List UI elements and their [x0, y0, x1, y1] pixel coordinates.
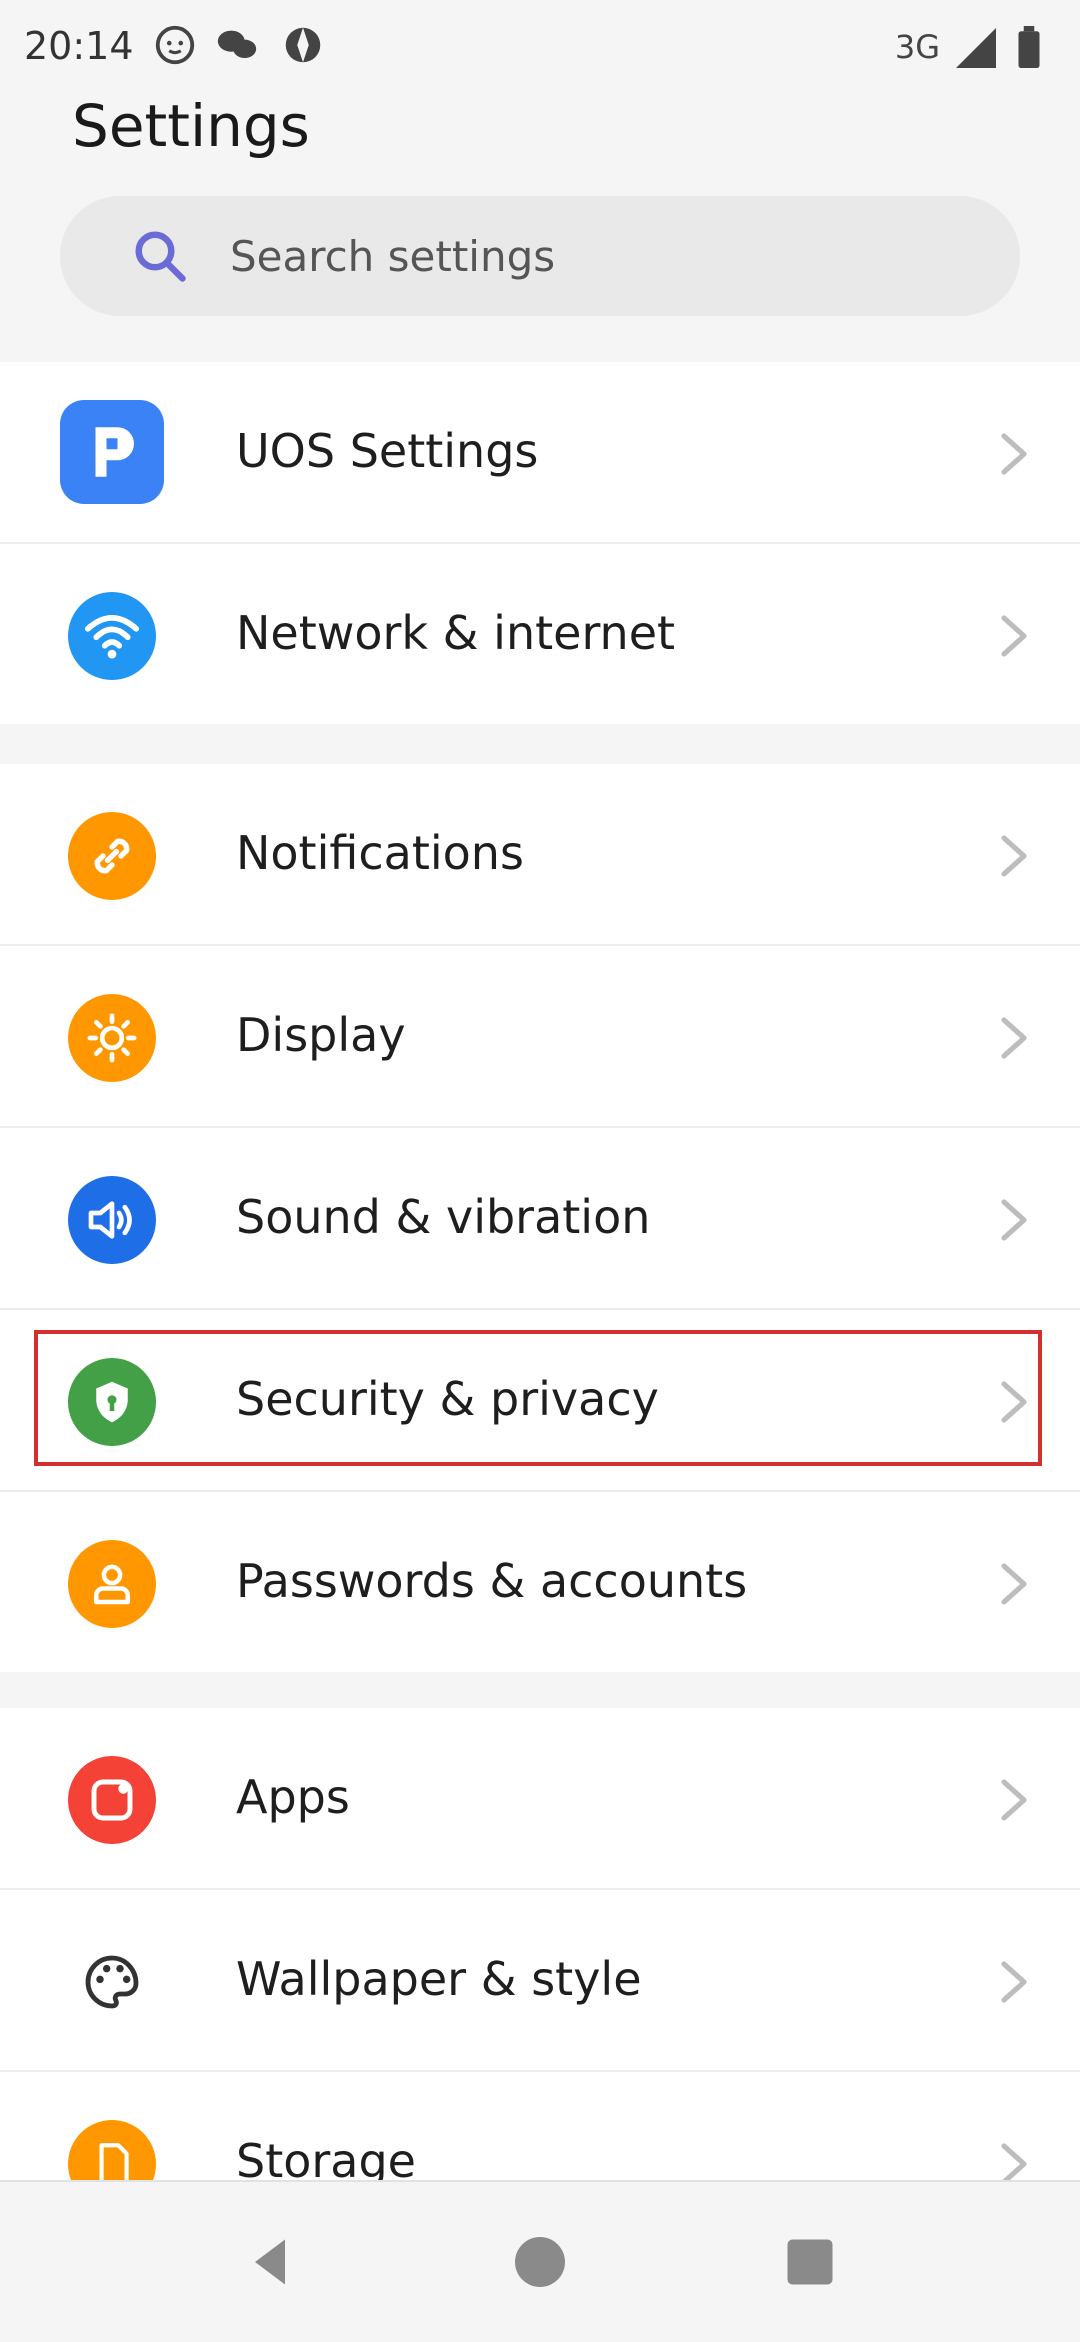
item-label: Notifications — [236, 826, 524, 880]
settings-item-network[interactable]: Network & internet — [0, 544, 1080, 724]
chevron-right-icon — [1001, 1779, 1027, 1821]
search-bar[interactable]: Search settings — [60, 196, 1020, 316]
item-label: Sound & vibration — [236, 1190, 651, 1244]
settings-item-wallpaper[interactable]: Wallpaper & style — [0, 1890, 1080, 2072]
status-time: 20:14 — [24, 24, 134, 68]
sun-icon — [68, 994, 156, 1082]
signal-icon — [956, 28, 996, 68]
home-icon[interactable] — [510, 2232, 570, 2292]
search-icon — [135, 231, 186, 282]
app-notify-icon — [285, 27, 321, 63]
battery-icon — [1018, 26, 1040, 68]
item-label: Network & internet — [236, 606, 676, 660]
search-placeholder: Search settings — [230, 232, 556, 281]
face-icon — [155, 25, 195, 65]
settings-item-uos-settings[interactable]: UOS Settings — [0, 362, 1080, 544]
settings-group-3: Apps Wallpaper & style Storage — [0, 1708, 1080, 2252]
chevron-right-icon — [1001, 615, 1027, 657]
apps-icon — [68, 1756, 156, 1844]
palette-icon — [68, 1938, 156, 2026]
recents-icon[interactable] — [780, 2232, 840, 2292]
chevron-right-icon — [1001, 835, 1027, 877]
settings-item-passwords[interactable]: Passwords & accounts — [0, 1492, 1080, 1672]
item-label: Passwords & accounts — [236, 1554, 748, 1608]
item-label: Display — [236, 1008, 406, 1062]
settings-item-security[interactable]: Security & privacy — [0, 1310, 1080, 1492]
item-label: UOS Settings — [236, 424, 539, 478]
settings-item-apps[interactable]: Apps — [0, 1708, 1080, 1890]
item-label: Wallpaper & style — [236, 1952, 642, 2006]
settings-item-sound[interactable]: Sound & vibration — [0, 1128, 1080, 1310]
chevron-right-icon — [1001, 1961, 1027, 2003]
settings-group-2: Notifications Display Sound & vibration … — [0, 764, 1080, 1672]
link-icon — [68, 812, 156, 900]
chevron-right-icon — [1001, 1563, 1027, 1605]
user-icon — [68, 1540, 156, 1628]
system-nav-bar — [0, 2180, 1080, 2342]
page-title: Settings — [72, 92, 310, 160]
chevron-right-icon — [1001, 1017, 1027, 1059]
chevron-right-icon — [1001, 1199, 1027, 1241]
item-label: Security & privacy — [236, 1372, 659, 1426]
uos-icon — [60, 400, 164, 504]
settings-item-notifications[interactable]: Notifications — [0, 764, 1080, 946]
network-type: 3G — [894, 28, 940, 66]
chevron-right-icon — [1001, 433, 1027, 475]
wechat-icon — [217, 30, 257, 59]
wifi-icon — [68, 592, 156, 680]
chevron-right-icon — [1001, 1381, 1027, 1423]
settings-group-1: UOS Settings Network & internet — [0, 362, 1080, 724]
shield-icon — [68, 1358, 156, 1446]
status-bar: 20:14 3G — [0, 0, 1080, 100]
settings-item-display[interactable]: Display — [0, 946, 1080, 1128]
back-icon[interactable] — [240, 2232, 300, 2292]
item-label: Apps — [236, 1770, 350, 1824]
speaker-icon — [68, 1176, 156, 1264]
